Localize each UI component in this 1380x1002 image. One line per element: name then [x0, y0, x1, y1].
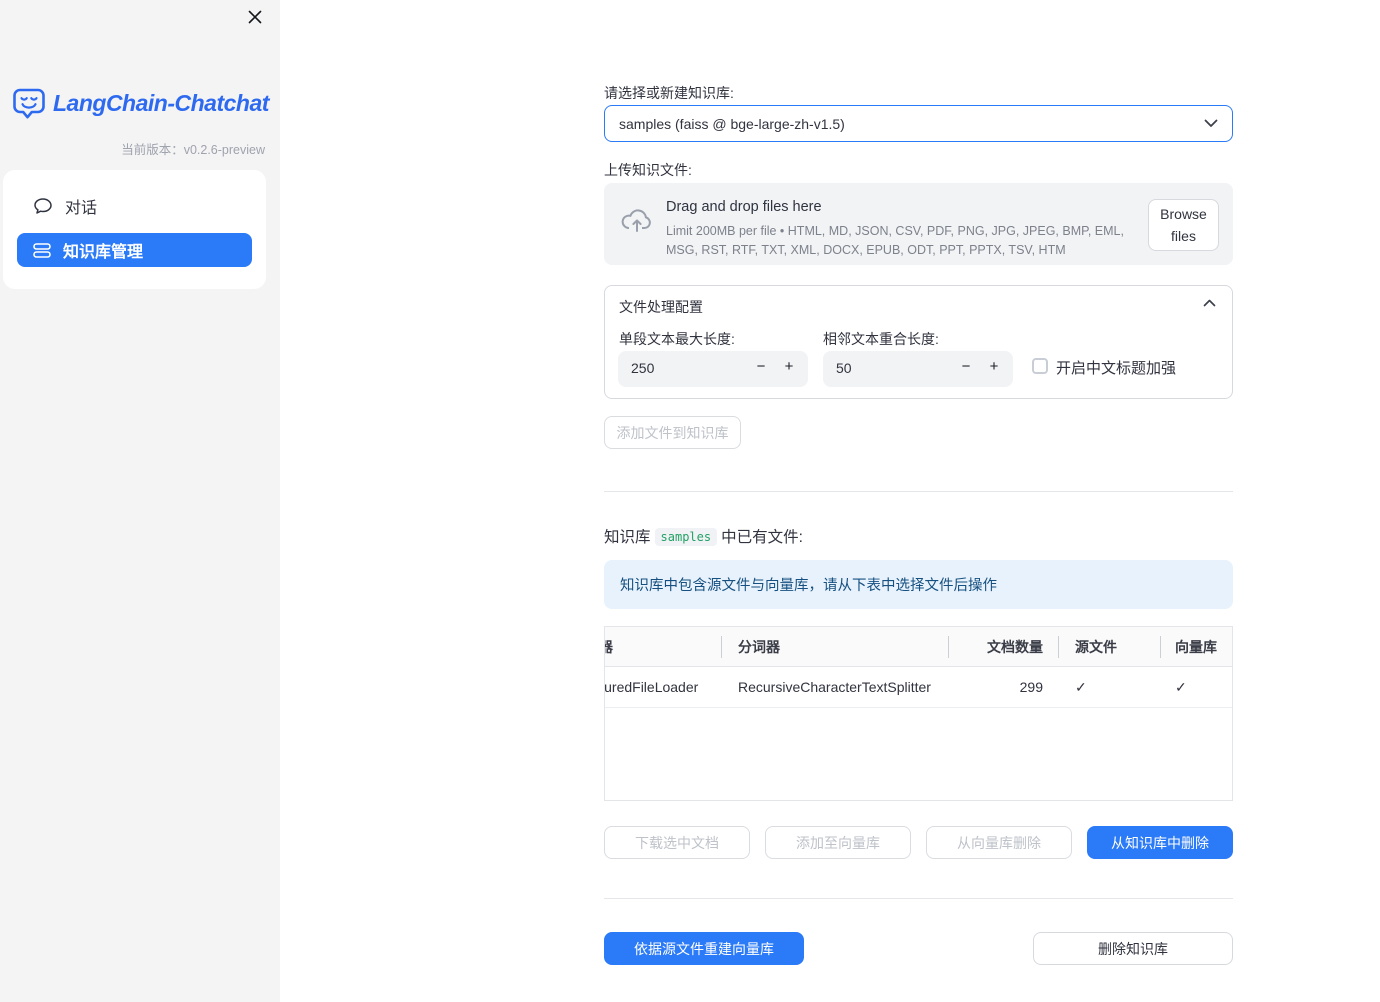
chunk-size-input[interactable]: 250 − + [618, 351, 808, 387]
sidebar-close-button[interactable] [247, 6, 269, 28]
delete-from-kb-button[interactable]: 从知识库中删除 [1087, 826, 1233, 859]
kb-selected-value: samples (faiss @ bge-large-zh-v1.5) [619, 115, 845, 132]
list-bars-icon [33, 242, 51, 258]
check-icon: ✓ [1175, 678, 1187, 695]
cell-doc-count: 299 [1019, 679, 1043, 695]
chat-smiley-logo-icon [12, 86, 46, 120]
app-window: LangChain-Chatchat 当前版本：v0.2.6-preview 对… [0, 0, 1380, 1002]
sidebar-nav: 对话 知识库管理 [3, 170, 266, 289]
nav-item-knowledge-base[interactable]: 知识库管理 [17, 233, 252, 267]
info-banner: 知识库中包含源文件与向量库，请从下表中选择文件后操作 [604, 560, 1233, 609]
divider [604, 491, 1233, 492]
divider [604, 898, 1233, 899]
chunk-size-value[interactable]: 250 [631, 360, 654, 376]
column-header-loader[interactable]: 文档加载器 [605, 627, 722, 666]
overlap-size-value[interactable]: 50 [836, 360, 852, 376]
add-to-vector-store-button[interactable]: 添加至向量库 [765, 826, 911, 859]
overlap-size-label: 相邻文本重合长度: [823, 331, 939, 347]
dropzone-limit-text: Limit 200MB per file • HTML, MD, JSON, C… [666, 224, 1124, 258]
nav-item-label: 对话 [65, 200, 98, 217]
delete-from-vector-store-button[interactable]: 从向量库删除 [926, 826, 1072, 859]
kb-selectbox[interactable]: samples (faiss @ bge-large-zh-v1.5) [604, 105, 1233, 142]
chunk-size-label: 单段文本最大长度: [619, 331, 735, 347]
cell-source-check: ✓ [1059, 667, 1161, 707]
chevron-down-icon [1204, 119, 1218, 128]
table-row[interactable]: UnstructuredFileLoader RecursiveCharacte… [605, 667, 1232, 708]
kb-files-heading: 知识库 samples 中已有文件: [604, 528, 803, 546]
chat-bubble-icon [33, 196, 53, 216]
delete-kb-button[interactable]: 删除知识库 [1033, 932, 1233, 965]
add-files-to-kb-button[interactable]: 添加文件到知识库 [604, 416, 741, 449]
dropzone-title: Drag and drop files here [666, 199, 822, 215]
version-text: 当前版本：v0.2.6-preview [121, 143, 265, 157]
plus-stepper[interactable]: + [778, 358, 800, 375]
chevron-up-icon[interactable] [1203, 299, 1216, 307]
kb-files-table[interactable]: 文档加载器 分词器 文档数量 源文件 向量库 UnstructuredFileL… [604, 626, 1233, 801]
column-header-source-file[interactable]: 源文件 [1059, 627, 1161, 666]
app-title: LangChain-Chatchat [53, 89, 269, 116]
column-header-vector-store[interactable]: 向量库 [1161, 627, 1232, 666]
minus-stepper[interactable]: − [955, 358, 977, 375]
overlap-size-input[interactable]: 50 − + [823, 351, 1013, 387]
column-header-splitter[interactable]: 分词器 [722, 627, 949, 666]
cell-loader: UnstructuredFileLoader [605, 679, 699, 695]
zh-title-enhance-checkbox[interactable] [1032, 358, 1048, 374]
zh-title-enhance-label: 开启中文标题加强 [1056, 360, 1177, 377]
rebuild-vector-store-button[interactable]: 依据源文件重建向量库 [604, 932, 804, 965]
download-selected-button[interactable]: 下载选中文档 [604, 826, 750, 859]
kb-select-label: 请选择或新建知识库: [604, 85, 734, 101]
sidebar: LangChain-Chatchat 当前版本：v0.2.6-preview 对… [0, 0, 280, 1002]
check-icon: ✓ [1075, 678, 1087, 695]
table-header-row: 文档加载器 分词器 文档数量 源文件 向量库 [605, 627, 1232, 667]
browse-files-button[interactable]: Browse files [1148, 199, 1219, 251]
column-header-doc-count[interactable]: 文档数量 [949, 627, 1059, 666]
nav-item-label: 知识库管理 [63, 244, 144, 261]
file-config-expander: 文件处理配置 单段文本最大长度: 相邻文本重合长度: 250 − + 50 − … [604, 285, 1233, 399]
cell-vector-check: ✓ [1161, 667, 1232, 707]
upload-label: 上传知识文件: [604, 162, 692, 178]
cloud-upload-icon [620, 205, 654, 235]
app-logo: LangChain-Chatchat [12, 86, 269, 120]
nav-item-dialogue[interactable]: 对话 [17, 189, 252, 223]
close-icon [247, 9, 269, 25]
expander-title[interactable]: 文件处理配置 [619, 297, 703, 317]
cell-splitter: RecursiveCharacterTextSplitter [738, 679, 931, 695]
plus-stepper[interactable]: + [983, 358, 1005, 375]
kb-name-code: samples [654, 528, 718, 546]
file-dropzone[interactable]: Drag and drop files here Limit 200MB per… [604, 183, 1233, 265]
minus-stepper[interactable]: − [750, 358, 772, 375]
